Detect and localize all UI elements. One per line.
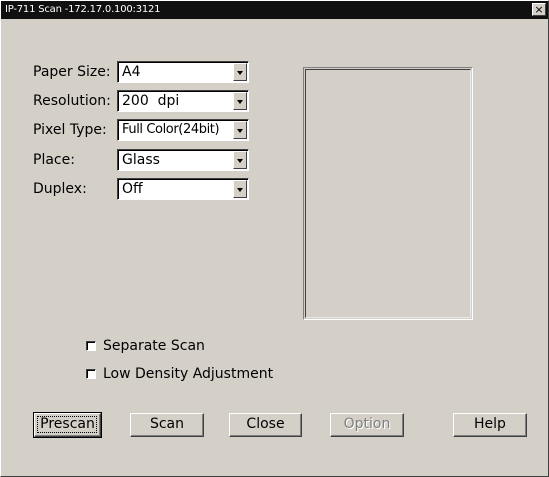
scan-dialog: IP-711 Scan -172.17.0.100:3121 × Paper S… <box>0 0 549 477</box>
resolution-label: Resolution: <box>33 93 111 109</box>
paper-size-label: Paper Size: <box>33 64 111 80</box>
chevron-down-icon <box>237 159 243 163</box>
chevron-down-icon <box>237 100 243 104</box>
close-window-button[interactable]: × <box>532 3 546 16</box>
prescan-button-label: Prescan <box>40 416 95 432</box>
pixel-type-select[interactable]: Full Color(24bit) <box>117 119 249 141</box>
paper-size-select[interactable]: A4 <box>117 61 249 83</box>
separate-scan-checkbox[interactable] <box>86 341 96 351</box>
paper-size-dropdown-arrow[interactable] <box>233 63 247 81</box>
title-bar: IP-711 Scan -172.17.0.100:3121 × <box>1 1 548 19</box>
chevron-down-icon <box>237 129 243 133</box>
resolution-dropdown-arrow[interactable] <box>233 92 247 110</box>
chevron-down-icon <box>237 188 243 192</box>
place-select[interactable]: Glass <box>117 149 249 171</box>
preview-canvas <box>305 69 471 318</box>
place-label: Place: <box>33 152 75 168</box>
help-button[interactable]: Help <box>453 413 527 437</box>
help-button-label: Help <box>474 416 506 432</box>
duplex-select[interactable]: Off <box>117 178 249 200</box>
duplex-value: Off <box>122 181 143 197</box>
pixel-type-value: Full Color(24bit) <box>122 122 220 137</box>
window-title: IP-711 Scan -172.17.0.100:3121 <box>5 4 161 15</box>
resolution-select[interactable]: 200 dpi <box>117 90 249 112</box>
paper-size-value: A4 <box>122 64 141 80</box>
resolution-value: 200 dpi <box>122 93 180 109</box>
place-value: Glass <box>122 152 160 168</box>
duplex-label: Duplex: <box>33 181 87 197</box>
scan-button-label: Scan <box>149 416 185 432</box>
low-density-checkbox[interactable] <box>86 369 96 379</box>
chevron-down-icon <box>237 71 243 75</box>
duplex-dropdown-arrow[interactable] <box>233 180 247 198</box>
preview-area <box>303 67 473 320</box>
option-button-label: Option <box>343 416 391 432</box>
option-button: Option <box>330 413 404 437</box>
close-button[interactable]: Close <box>229 413 302 437</box>
scan-button[interactable]: Scan <box>130 413 204 437</box>
low-density-label[interactable]: Low Density Adjustment <box>103 365 273 383</box>
pixel-type-dropdown-arrow[interactable] <box>233 121 247 139</box>
separate-scan-label[interactable]: Separate Scan <box>103 337 205 355</box>
prescan-button[interactable]: Prescan <box>33 412 102 438</box>
close-button-label: Close <box>246 416 285 432</box>
place-dropdown-arrow[interactable] <box>233 151 247 169</box>
pixel-type-label: Pixel Type: <box>33 122 107 138</box>
